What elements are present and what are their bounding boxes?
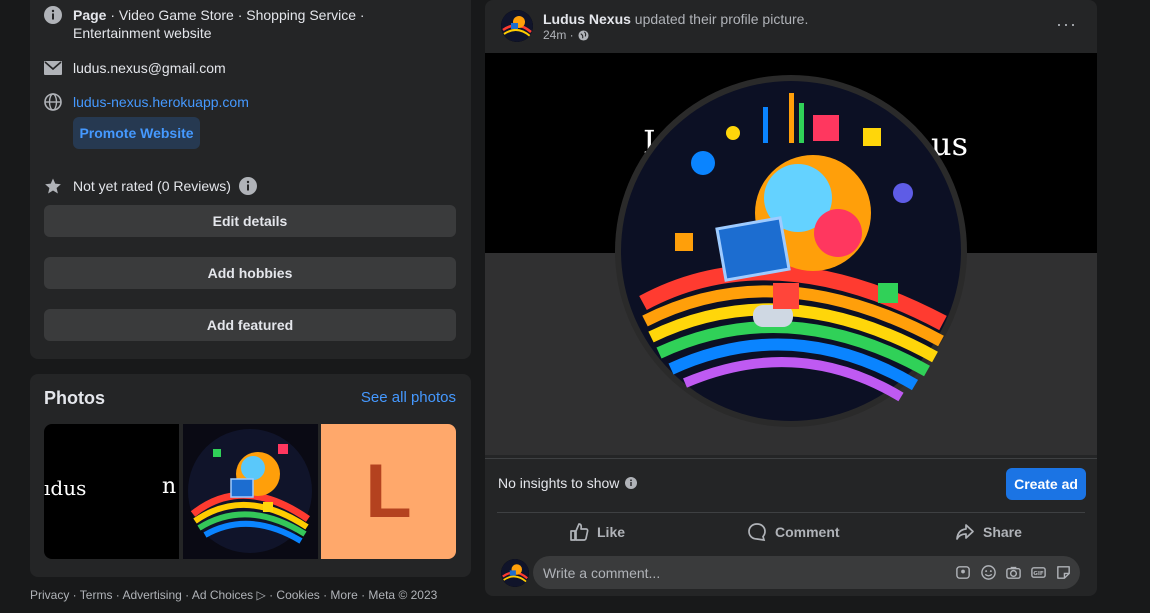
info-icon — [44, 6, 62, 24]
more-options-button[interactable]: ··· — [1056, 14, 1077, 35]
email-text: ludus.nexus@gmail.com — [73, 60, 226, 76]
see-all-photos-link[interactable]: See all photos — [361, 389, 456, 406]
thumb-letter: L — [365, 449, 412, 534]
post-timestamp[interactable]: 24m · — [543, 28, 574, 42]
website-link[interactable]: ludus-nexus.herokuapp.com — [73, 93, 453, 111]
promote-website-button[interactable]: Promote Website — [73, 117, 200, 149]
rating-info-icon[interactable] — [238, 177, 257, 200]
category-row: Page · Video Game Store · Shopping Servi… — [44, 6, 453, 42]
thumb-letter-bg: L — [321, 424, 456, 559]
footer-links[interactable]: Privacy · Terms · Advertising · Ad Choic… — [30, 588, 437, 602]
share-label: Share — [983, 524, 1022, 540]
post-media[interactable]: L us — [485, 53, 1097, 455]
like-label: Like — [597, 524, 626, 540]
add-hobbies-button[interactable]: Add hobbies — [44, 257, 456, 289]
post-meta: Ludus Nexus updated their profile pictur… — [543, 10, 808, 42]
profile-picture-art — [615, 75, 967, 427]
post-title: Ludus Nexus updated their profile pictur… — [543, 10, 808, 28]
thumbs-up-icon — [570, 523, 589, 541]
comment-button[interactable]: Comment — [747, 518, 840, 546]
edit-details-button[interactable]: Edit details — [44, 205, 456, 237]
sticker-icon[interactable] — [1055, 564, 1072, 581]
photo-thumb-profile[interactable] — [183, 424, 318, 559]
insights-text: No insights to show — [498, 475, 620, 491]
globe-icon — [578, 29, 589, 41]
like-button[interactable]: Like — [569, 518, 625, 546]
photos-title: Photos — [44, 388, 105, 408]
intro-card: Page · Video Game Store · Shopping Servi… — [30, 0, 471, 359]
emoji-icon[interactable] — [980, 564, 997, 581]
create-ad-button[interactable]: Create ad — [1006, 468, 1086, 500]
post-time: 24m · — [543, 28, 808, 42]
avatar-sticker-icon[interactable] — [955, 564, 972, 581]
add-featured-button[interactable]: Add featured — [44, 309, 456, 341]
insights-row: No insights to show — [498, 475, 638, 491]
photo-thumb-letter[interactable]: L — [321, 424, 456, 559]
photo-thumb-cover[interactable]: ıdus n — [44, 424, 179, 559]
gif-icon[interactable]: GIF — [1030, 564, 1047, 581]
thumb-art — [188, 429, 312, 553]
comment-icon — [748, 523, 766, 542]
comment-label: Comment — [775, 524, 840, 540]
envelope-icon — [44, 59, 62, 77]
divider — [485, 458, 1097, 459]
post-header: Ludus Nexus updated their profile pictur… — [501, 10, 808, 42]
thumb-text: n — [162, 474, 177, 499]
comment-composer: Write a comment... GIF — [501, 556, 1080, 589]
share-button[interactable]: Share — [955, 518, 1022, 546]
svg-text:GIF: GIF — [1033, 571, 1044, 577]
comment-placeholder: Write a comment... — [543, 564, 661, 581]
info-icon[interactable] — [625, 477, 638, 489]
share-icon — [956, 524, 974, 540]
photos-card: Photos See all photos ıdus n L — [30, 374, 471, 577]
post-action-text: updated their profile picture. — [630, 11, 809, 27]
comment-tools: GIF — [955, 564, 1072, 581]
rating-text: Not yet rated (0 Reviews) — [73, 178, 231, 194]
rating-row: Not yet rated (0 Reviews) — [44, 177, 257, 200]
avatar[interactable] — [501, 10, 533, 42]
globe-icon — [44, 93, 62, 111]
post-card: Ludus Nexus updated their profile pictur… — [485, 0, 1097, 596]
camera-icon[interactable] — [1005, 564, 1022, 581]
website-row: ludus-nexus.herokuapp.com — [44, 93, 453, 111]
comment-input[interactable]: Write a comment... GIF — [533, 556, 1080, 589]
post-author-link[interactable]: Ludus Nexus — [543, 11, 631, 27]
divider — [497, 512, 1085, 513]
thumb-text: ıdus — [44, 476, 87, 500]
avatar[interactable] — [501, 558, 529, 587]
email-row: ludus.nexus@gmail.com — [44, 59, 453, 77]
star-icon — [44, 177, 62, 195]
category-text: Page · Video Game Store · Shopping Servi… — [73, 7, 365, 41]
